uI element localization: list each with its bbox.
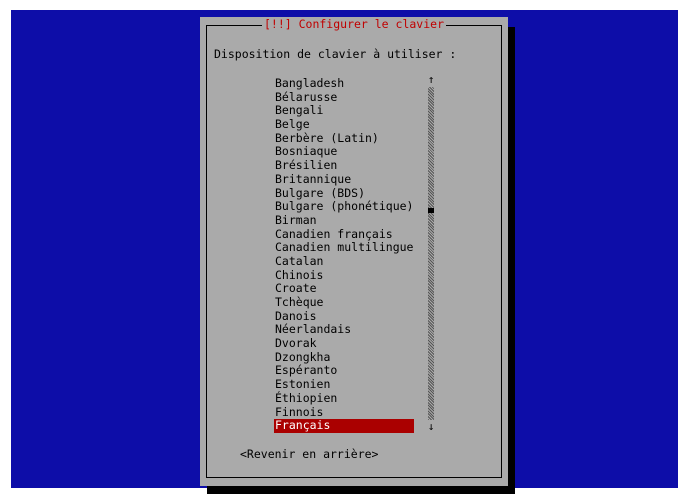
list-item[interactable]: Brésilien	[274, 158, 414, 173]
list-item[interactable]: Berbère (Latin)	[274, 131, 414, 146]
list-item[interactable]: Espéranto	[274, 364, 414, 378]
list-item[interactable]: Danois	[274, 309, 414, 324]
list-item[interactable]: Finnois	[274, 405, 414, 420]
list-item[interactable]: Dvorak	[274, 336, 414, 351]
list-item[interactable]: Estonien	[274, 377, 414, 392]
list-scrollbar[interactable]: ↑ ↓	[427, 74, 435, 432]
list-item[interactable]: Canadien multilingue	[274, 241, 414, 255]
list-item[interactable]: Tchèque	[274, 295, 414, 310]
back-button[interactable]: <Revenir en arrière>	[240, 447, 378, 461]
list-item[interactable]: Catalan	[274, 254, 414, 269]
list-item[interactable]: Éthiopien	[274, 391, 414, 406]
keyboard-layout-list[interactable]: Bangladesh Bélarusse Bengali Belge Berbère (…	[274, 76, 414, 433]
list-item[interactable]: Bélarusse	[274, 90, 414, 105]
down-arrow-icon[interactable]: ↓	[427, 421, 435, 432]
list-item[interactable]: Belge	[274, 117, 414, 132]
list-item[interactable]: Bulgare (BDS)	[274, 186, 414, 201]
dialog-title-bar: [!!] Configurer le clavier	[200, 17, 508, 31]
dialog-prompt: Disposition de clavier à utiliser :	[214, 47, 457, 61]
list-item[interactable]: Bosniaque	[274, 145, 414, 159]
list-item[interactable]: Chinois	[274, 268, 414, 283]
scrollbar-track[interactable]	[428, 87, 434, 420]
list-item[interactable]: Britannique	[274, 172, 414, 187]
list-item[interactable]: Néerlandais	[274, 323, 414, 337]
up-arrow-icon[interactable]: ↑	[427, 74, 435, 85]
list-item[interactable]: Bangladesh	[274, 76, 414, 91]
list-item[interactable]: Dzongkha	[274, 350, 414, 365]
list-item[interactable]: Canadien français	[274, 227, 414, 242]
list-item[interactable]: Bulgare (phonétique)	[274, 199, 414, 214]
list-item[interactable]: Birman	[274, 213, 414, 228]
list-item[interactable]: Français	[274, 418, 414, 433]
scrollbar-thumb[interactable]	[428, 208, 434, 213]
list-item[interactable]: Bengali	[274, 104, 414, 118]
list-item[interactable]: Croate	[274, 282, 414, 296]
dialog-title: [!!] Configurer le clavier	[261, 17, 446, 31]
keyboard-config-dialog: [!!] Configurer le clavier Disposition d…	[200, 17, 508, 486]
